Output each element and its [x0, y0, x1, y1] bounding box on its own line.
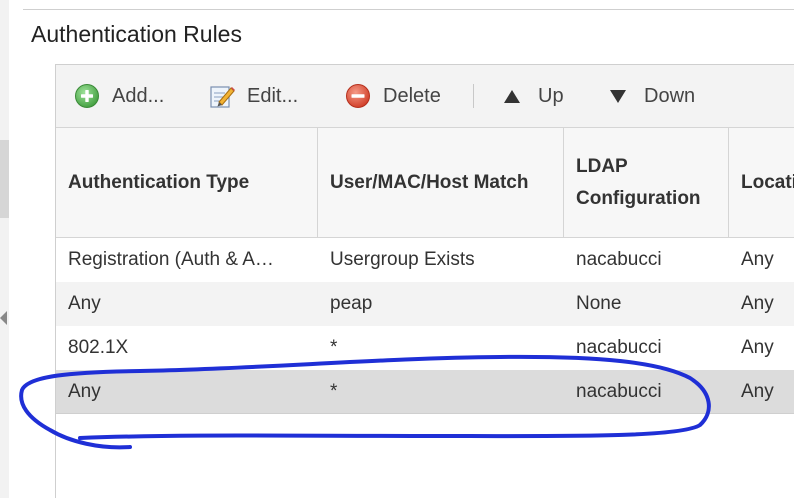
table-header: Authentication Type User/MAC/Host Match … [56, 128, 794, 238]
top-divider [23, 9, 794, 10]
cell-location: Any [741, 381, 774, 402]
collapse-handle[interactable] [0, 140, 9, 325]
cell-location: Any [741, 249, 774, 270]
side-panel-strip [0, 0, 9, 498]
up-label: Up [538, 84, 564, 107]
cell-location: Any [741, 337, 774, 358]
collapse-arrow-icon[interactable] [0, 311, 7, 325]
section-title: Authentication Rules [31, 21, 242, 47]
minus-circle-icon [345, 83, 371, 109]
table-row-selected[interactable]: Any * nacabucci Any [56, 370, 794, 414]
edit-label: Edit... [247, 84, 299, 107]
move-up-button[interactable]: Up [502, 65, 564, 127]
column-header-location[interactable]: Location [729, 128, 794, 237]
cell-authentication-type: 802.1X [68, 337, 129, 358]
cell-user-match: Usergroup Exists [330, 249, 475, 270]
column-header-authentication-type[interactable]: Authentication Type [56, 128, 318, 237]
rules-panel: Add... Edit... Delete Up Down Authentica… [55, 64, 794, 498]
cell-authentication-type: Registration (Auth & A… [68, 249, 274, 270]
cell-authentication-type: Any [68, 293, 101, 314]
table-row[interactable]: Any peap None Any [56, 282, 794, 326]
plus-circle-icon [74, 83, 100, 109]
cell-ldap-configuration: nacabucci [576, 337, 662, 358]
delete-button[interactable]: Delete [345, 65, 441, 127]
toolbar-separator [473, 84, 474, 108]
cell-ldap-configuration: nacabucci [576, 249, 662, 270]
cell-user-match: peap [330, 293, 373, 314]
edit-pencil-icon [209, 83, 235, 109]
add-label: Add... [112, 84, 165, 107]
cell-user-match: * [330, 381, 338, 402]
add-button[interactable]: Add... [74, 65, 164, 127]
cell-location: Any [741, 293, 774, 314]
column-header-user-match[interactable]: User/MAC/Host Match [318, 128, 564, 237]
cell-ldap-configuration: None [576, 293, 622, 314]
delete-label: Delete [383, 84, 441, 107]
toolbar: Add... Edit... Delete Up Down [56, 65, 794, 128]
cell-user-match: * [330, 337, 338, 358]
cell-authentication-type: Any [68, 381, 101, 402]
cell-ldap-configuration: nacabucci [576, 381, 662, 402]
column-header-ldap-configuration[interactable]: LDAP Configuration [564, 128, 729, 237]
triangle-up-icon [502, 83, 522, 109]
move-down-button[interactable]: Down [608, 65, 695, 127]
down-label: Down [644, 84, 696, 107]
table-row[interactable]: Registration (Auth & A… Usergroup Exists… [56, 238, 794, 282]
triangle-down-icon [608, 83, 628, 109]
table-row[interactable]: 802.1X * nacabucci Any [56, 326, 794, 370]
edit-button[interactable]: Edit... [209, 65, 298, 127]
